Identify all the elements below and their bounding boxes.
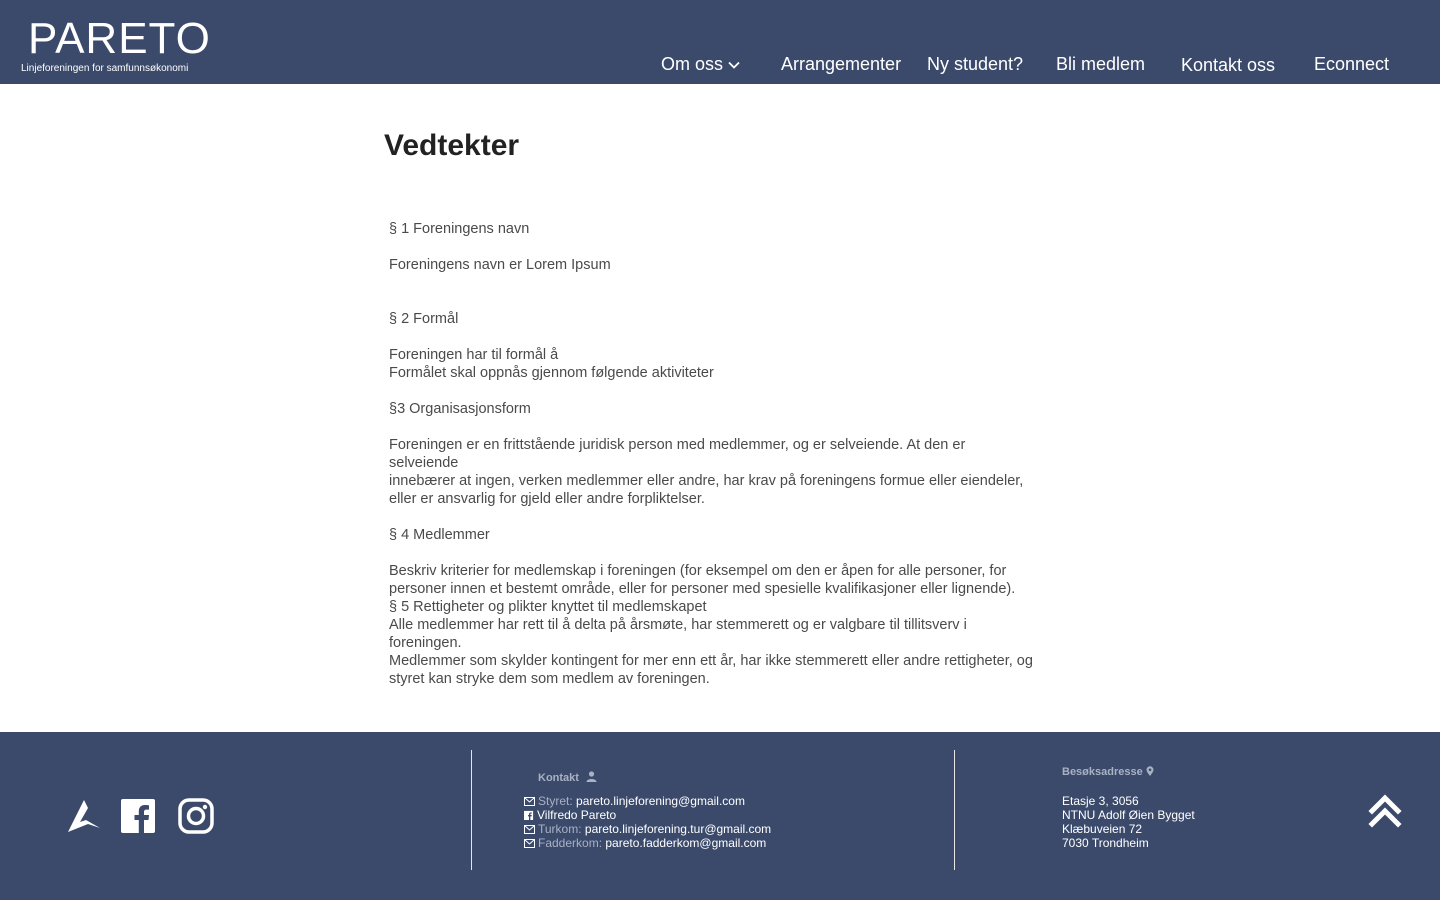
user-icon: [586, 771, 597, 782]
nav-item-ny-student[interactable]: Ny student?: [927, 54, 1023, 75]
instagram-icon[interactable]: [178, 798, 214, 834]
page-title: Vedtekter: [384, 129, 520, 162]
section-text: Formålet skal oppnås gjennom følgende ak…: [389, 365, 714, 381]
section-heading: § 1 Foreningens navn: [389, 221, 530, 237]
address-line: Etasje 3, 3056: [1062, 794, 1139, 808]
section-text: Foreningen er en frittstående juridisk p…: [389, 437, 966, 471]
map-pin-icon: [1146, 766, 1154, 776]
address-line: Klæbuveien 72: [1062, 822, 1143, 836]
contact-line: Fadderkom: pareto.fadderkom@gmail.com: [524, 836, 771, 850]
address-line: 7030 Trondheim: [1062, 836, 1149, 850]
contact-line: Turkom: pareto.linjeforening.tur@gmail.c…: [524, 822, 771, 836]
nav-item-kontakt-oss[interactable]: Kontakt oss: [1181, 55, 1275, 76]
address-block: Etasje 3, 3056 NTNU Adolf Øien Bygget Kl…: [1062, 794, 1195, 850]
scroll-to-top-icon[interactable]: [1368, 794, 1402, 828]
nav-item-label: Om oss: [661, 54, 724, 74]
statutes-content: § 1 Foreningens navn Foreningens navn er…: [389, 220, 1049, 688]
section-text: Medlemmer som skylder kontingent for mer…: [389, 653, 1033, 669]
section-heading: § 5 Rettigheter og plikter knyttet til m…: [389, 599, 707, 615]
contact-list: Styret: pareto.linjeforening@gmail.com V…: [524, 794, 771, 850]
nav-item-arrangementer[interactable]: Arrangementer: [781, 54, 901, 75]
site-footer: Kontakt Styret: pareto.linjeforening@gma…: [0, 732, 1440, 900]
pareto-logo-icon[interactable]: [66, 798, 102, 834]
mail-icon: [524, 825, 535, 834]
footer-divider: [471, 750, 472, 870]
nav-item-om-oss[interactable]: Om oss: [661, 54, 741, 75]
section-heading: § 4 Medlemmer: [389, 527, 490, 543]
contact-email[interactable]: pareto.linjeforening@gmail.com: [576, 794, 745, 808]
main-nav: Om oss Arrangementer Ny student? Bli med…: [0, 54, 1440, 80]
contact-heading: Kontakt: [538, 771, 597, 784]
footer-divider: [954, 750, 955, 870]
section-text: Beskriv kriterier for medlemskap i foren…: [389, 563, 1016, 597]
nav-item-bli-medlem[interactable]: Bli medlem: [1056, 54, 1145, 75]
section-text: Foreningens navn er Lorem Ipsum: [389, 257, 611, 273]
nav-item-econnect[interactable]: Econnect: [1314, 54, 1389, 75]
contact-email[interactable]: pareto.linjeforening.tur@gmail.com: [585, 822, 771, 836]
contact-email[interactable]: pareto.fadderkom@gmail.com: [605, 836, 766, 850]
contact-line: Styret: pareto.linjeforening@gmail.com: [524, 794, 771, 808]
section-text: styret kan stryke dem som medlem av fore…: [389, 671, 710, 687]
section-text: innebærer at ingen, verken medlemmer ell…: [389, 473, 1024, 507]
mail-icon: [524, 839, 535, 848]
section-heading: §3 Organisasjonsform: [389, 401, 531, 417]
mail-icon: [524, 797, 535, 806]
facebook-link[interactable]: Vilfredo Pareto: [537, 808, 616, 822]
facebook-icon[interactable]: [120, 798, 156, 834]
facebook-icon: [524, 810, 534, 820]
address-line: NTNU Adolf Øien Bygget: [1062, 808, 1195, 822]
site-header: PARETO Linjeforeningen for samfunnsøkono…: [0, 0, 1440, 84]
section-heading: § 2 Formål: [389, 311, 459, 327]
section-text: Alle medlemmer har rett til å delta på å…: [389, 617, 967, 651]
section-text: Foreningen har til formål å: [389, 347, 559, 363]
address-heading: Besøksadresse: [1062, 766, 1154, 778]
chevron-down-icon: [728, 62, 740, 70]
contact-line: Vilfredo Pareto: [524, 808, 771, 822]
